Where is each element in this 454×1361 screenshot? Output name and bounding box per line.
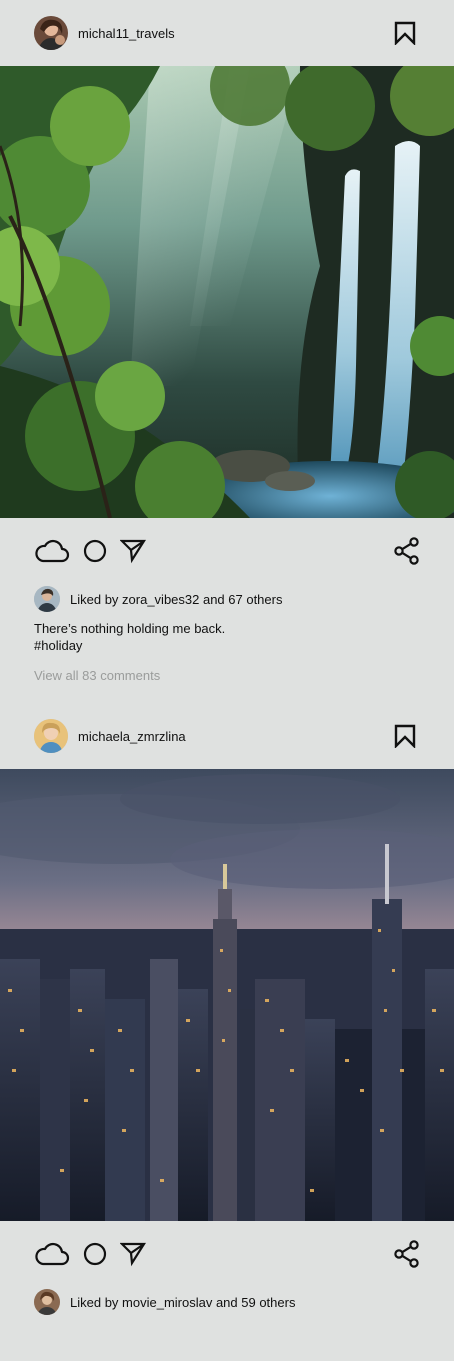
username[interactable]: michal11_travels xyxy=(78,26,175,41)
post: michal11_travels Liked by zora_vibes32 a… xyxy=(0,0,454,683)
caption-text: There’s nothing holding me back. xyxy=(34,621,226,636)
avatar[interactable] xyxy=(34,719,68,753)
likes-text[interactable]: Liked by movie_miroslav and 59 others xyxy=(70,1295,295,1310)
share-icon[interactable] xyxy=(394,537,420,565)
actions-left xyxy=(34,538,146,564)
author[interactable]: michaela_zmrzlina xyxy=(34,719,186,753)
liker-avatar[interactable] xyxy=(34,586,60,612)
post-photo[interactable] xyxy=(0,769,454,1221)
post-actions xyxy=(0,518,454,584)
username[interactable]: michaela_zmrzlina xyxy=(78,729,186,744)
liker-avatar[interactable] xyxy=(34,1289,60,1315)
view-comments-link[interactable]: View all 83 comments xyxy=(0,654,454,683)
post-actions xyxy=(0,1221,454,1287)
caption: There’s nothing holding me back. #holida… xyxy=(0,614,454,654)
post: michaela_zmrzlina Liked by movie_mirosla… xyxy=(0,703,454,1317)
post-photo[interactable] xyxy=(0,66,454,518)
likes[interactable]: Liked by movie_miroslav and 59 others xyxy=(0,1287,454,1317)
post-header: michal11_travels xyxy=(0,0,454,66)
avatar[interactable] xyxy=(34,16,68,50)
actions-left xyxy=(34,1241,146,1267)
post-header: michaela_zmrzlina xyxy=(0,703,454,769)
share-icon[interactable] xyxy=(394,1240,420,1268)
cloud-icon[interactable] xyxy=(34,538,70,564)
bookmark-icon[interactable] xyxy=(392,20,418,46)
author[interactable]: michal11_travels xyxy=(34,16,175,50)
likes[interactable]: Liked by zora_vibes32 and 67 others xyxy=(0,584,454,614)
feed: michal11_travels Liked by zora_vibes32 a… xyxy=(0,0,454,1317)
bookmark-icon[interactable] xyxy=(392,723,418,749)
circle-icon[interactable] xyxy=(82,538,108,564)
send-icon[interactable] xyxy=(120,538,146,564)
likes-text[interactable]: Liked by zora_vibes32 and 67 others xyxy=(70,592,282,607)
send-icon[interactable] xyxy=(120,1241,146,1267)
circle-icon[interactable] xyxy=(82,1241,108,1267)
hashtag-link[interactable]: #holiday xyxy=(34,637,420,654)
cloud-icon[interactable] xyxy=(34,1241,70,1267)
